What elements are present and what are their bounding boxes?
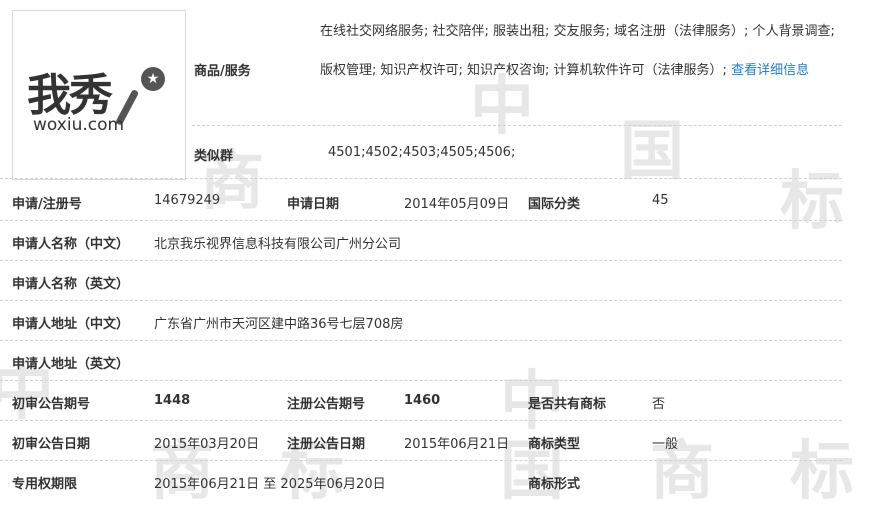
- mark-type-label: 商标类型: [528, 437, 581, 452]
- divider: [0, 178, 842, 179]
- mark-form-label: 商标形式: [528, 477, 581, 492]
- divider: [0, 420, 842, 421]
- applicant-name-cn-label: 申请人名称（中文）: [12, 237, 130, 252]
- applicant-addr-cn-label: 申请人地址（中文）: [12, 317, 130, 332]
- reg-issue-value: 1460: [404, 393, 441, 408]
- similar-group-value: 4501;4502;4503;4505;4506;: [328, 145, 516, 160]
- shared-value: 否: [652, 397, 666, 412]
- applicant-addr-cn-value: 广东省广州市天河区建中路36号七层708房: [154, 317, 404, 332]
- prelim-issue-label: 初审公告期号: [12, 397, 91, 412]
- watermark-char: 商: [200, 145, 264, 219]
- reg-date-label: 注册公告日期: [287, 437, 366, 452]
- prelim-date-value: 2015年03月20日: [154, 437, 260, 452]
- goods-value: 在线社交网络服务; 社交陪伴; 服装出租; 交友服务; 域名注册（法律服务）; …: [320, 12, 840, 90]
- reg-date-value: 2015年06月21日: [404, 437, 510, 452]
- similar-group-label: 类似群: [194, 149, 234, 164]
- applicant-addr-en-label: 申请人地址（英文）: [12, 357, 130, 372]
- divider: [0, 300, 842, 301]
- mark-type-value: 一般: [652, 437, 679, 452]
- goods-label: 商品/服务: [194, 64, 251, 79]
- application-date-label: 申请日期: [287, 197, 340, 212]
- divider: [192, 125, 842, 126]
- application-no-label: 申请/注册号: [12, 197, 82, 212]
- applicant-name-cn-value: 北京我乐视界信息科技有限公司广州分公司: [154, 237, 402, 252]
- exclusive-period-label: 专用权期限: [12, 477, 78, 492]
- divider: [0, 380, 842, 381]
- divider: [0, 340, 842, 341]
- logo-cn-text: 我秀: [27, 70, 113, 121]
- divider: [0, 260, 842, 261]
- shared-label: 是否共有商标: [528, 397, 607, 412]
- applicant-name-en-label: 申请人名称（英文）: [12, 277, 130, 292]
- application-date-value: 2014年05月09日: [404, 197, 510, 212]
- watermark-char: 标: [780, 165, 844, 239]
- reg-issue-label: 注册公告期号: [287, 397, 366, 412]
- view-details-link[interactable]: 查看详细信息: [731, 63, 809, 78]
- watermark-char: 标: [790, 435, 854, 509]
- exclusive-period-value: 2015年06月21日 至 2025年06月20日: [154, 477, 386, 492]
- trademark-image: 我秀 ★ woxiu.com: [12, 10, 186, 180]
- prelim-issue-value: 1448: [154, 393, 191, 408]
- divider: [0, 460, 842, 461]
- microphone-icon: ★: [141, 67, 165, 91]
- prelim-date-label: 初审公告日期: [12, 437, 91, 452]
- logo-en-text: woxiu.com: [33, 115, 125, 135]
- divider: [0, 220, 842, 221]
- intl-class-value: 45: [652, 193, 669, 208]
- application-no-value: 14679249: [154, 193, 221, 208]
- intl-class-label: 国际分类: [528, 197, 581, 212]
